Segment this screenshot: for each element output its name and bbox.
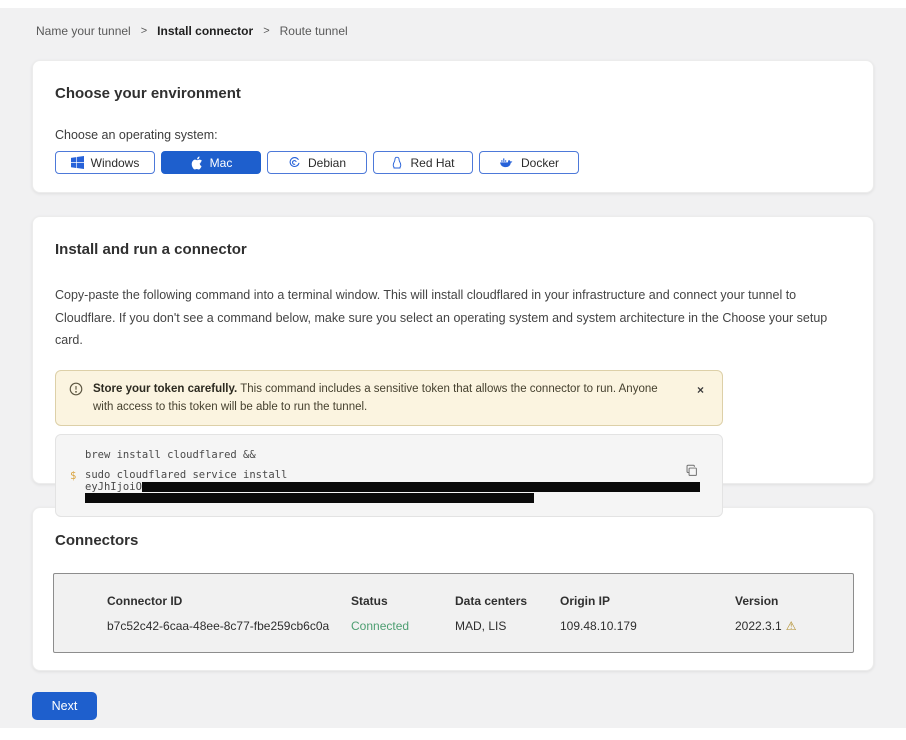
breadcrumb: Name your tunnel > Install connector > R… <box>32 24 874 38</box>
close-icon[interactable]: × <box>691 380 710 400</box>
token-warning-text: Store your token carefully. This command… <box>93 380 681 417</box>
os-button-label: Windows <box>91 156 140 170</box>
docker-icon <box>499 157 514 169</box>
os-select-label: Choose an operating system: <box>55 128 851 142</box>
breadcrumb-step-install-connector[interactable]: Install connector <box>157 24 253 38</box>
token-warning-banner: Store your token carefully. This command… <box>55 370 723 427</box>
os-button-label: Debian <box>308 156 346 170</box>
header-connector-id: Connector ID <box>107 594 351 608</box>
os-button-label: Red Hat <box>410 156 454 170</box>
token-warning-bold: Store your token carefully. <box>93 383 237 395</box>
next-button[interactable]: Next <box>32 692 97 720</box>
connectors-title: Connectors <box>55 532 851 549</box>
install-command-codeblock: brew install cloudflared && $ sudo cloud… <box>55 434 723 517</box>
connectors-card: Connectors Connector ID Status Data cent… <box>32 507 874 671</box>
token-prefix: eyJhIjoiO <box>85 482 142 494</box>
code-line-brew: brew install cloudflared && <box>70 449 682 461</box>
os-button-docker[interactable]: Docker <box>479 151 579 174</box>
page: Name your tunnel > Install connector > R… <box>0 0 906 740</box>
apple-icon <box>190 156 203 170</box>
shell-prompt: $ <box>70 470 85 504</box>
os-button-label: Docker <box>521 156 559 170</box>
choose-environment-title: Choose your environment <box>55 85 851 102</box>
alert-circle-icon <box>69 382 83 401</box>
code-line-sudo: sudo cloudflared service install <box>85 470 700 482</box>
copy-icon[interactable] <box>685 464 698 480</box>
code-line-token: eyJhIjoiO <box>85 482 700 493</box>
choose-environment-card: Choose your environment Choose an operat… <box>32 60 874 193</box>
header-version: Version <box>735 594 853 608</box>
os-button-mac[interactable]: Mac <box>161 151 261 174</box>
code-command-lines: sudo cloudflared service install eyJhIjo… <box>85 470 700 504</box>
install-connector-title: Install and run a connector <box>55 241 851 258</box>
os-button-windows[interactable]: Windows <box>55 151 155 174</box>
token-redaction-bar <box>85 493 534 503</box>
connectors-table: Connector ID Status Data centers Origin … <box>53 573 854 653</box>
debian-icon <box>288 156 301 169</box>
version-warning-icon: ⚠ <box>786 619 797 633</box>
status-badge: Connected <box>351 619 455 633</box>
header-status: Status <box>351 594 455 608</box>
breadcrumb-separator: > <box>141 25 147 37</box>
windows-icon <box>71 156 84 169</box>
os-button-group: Windows Mac Debian <box>55 151 851 174</box>
os-button-redhat[interactable]: Red Hat <box>373 151 473 174</box>
content-area: Name your tunnel > Install connector > R… <box>0 8 906 728</box>
code-line-token-2 <box>85 493 700 504</box>
breadcrumb-step-name-tunnel[interactable]: Name your tunnel <box>36 24 131 38</box>
version-value: 2022.3.1 <box>735 619 782 633</box>
breadcrumb-separator: > <box>263 25 269 37</box>
header-origin-ip: Origin IP <box>560 594 735 608</box>
table-row: b7c52c42-6caa-48ee-8c77-fbe259cb6c0a Con… <box>107 619 853 633</box>
cell-data-centers: MAD, LIS <box>455 619 560 633</box>
cell-version: 2022.3.1 ⚠ <box>735 619 853 633</box>
header-data-centers: Data centers <box>455 594 560 608</box>
token-redaction-bar <box>142 482 700 492</box>
os-button-label: Mac <box>210 156 233 170</box>
cell-connector-id: b7c52c42-6caa-48ee-8c77-fbe259cb6c0a <box>107 619 351 633</box>
code-command-group: $ sudo cloudflared service install eyJhI… <box>70 470 682 504</box>
redhat-linux-icon <box>391 156 403 170</box>
cell-origin-ip: 109.48.10.179 <box>560 619 735 633</box>
install-connector-card: Install and run a connector Copy-paste t… <box>32 216 874 484</box>
breadcrumb-step-route-tunnel[interactable]: Route tunnel <box>280 24 348 38</box>
os-button-debian[interactable]: Debian <box>267 151 367 174</box>
install-description: Copy-paste the following command into a … <box>55 284 851 352</box>
connectors-table-header: Connector ID Status Data centers Origin … <box>107 594 853 608</box>
